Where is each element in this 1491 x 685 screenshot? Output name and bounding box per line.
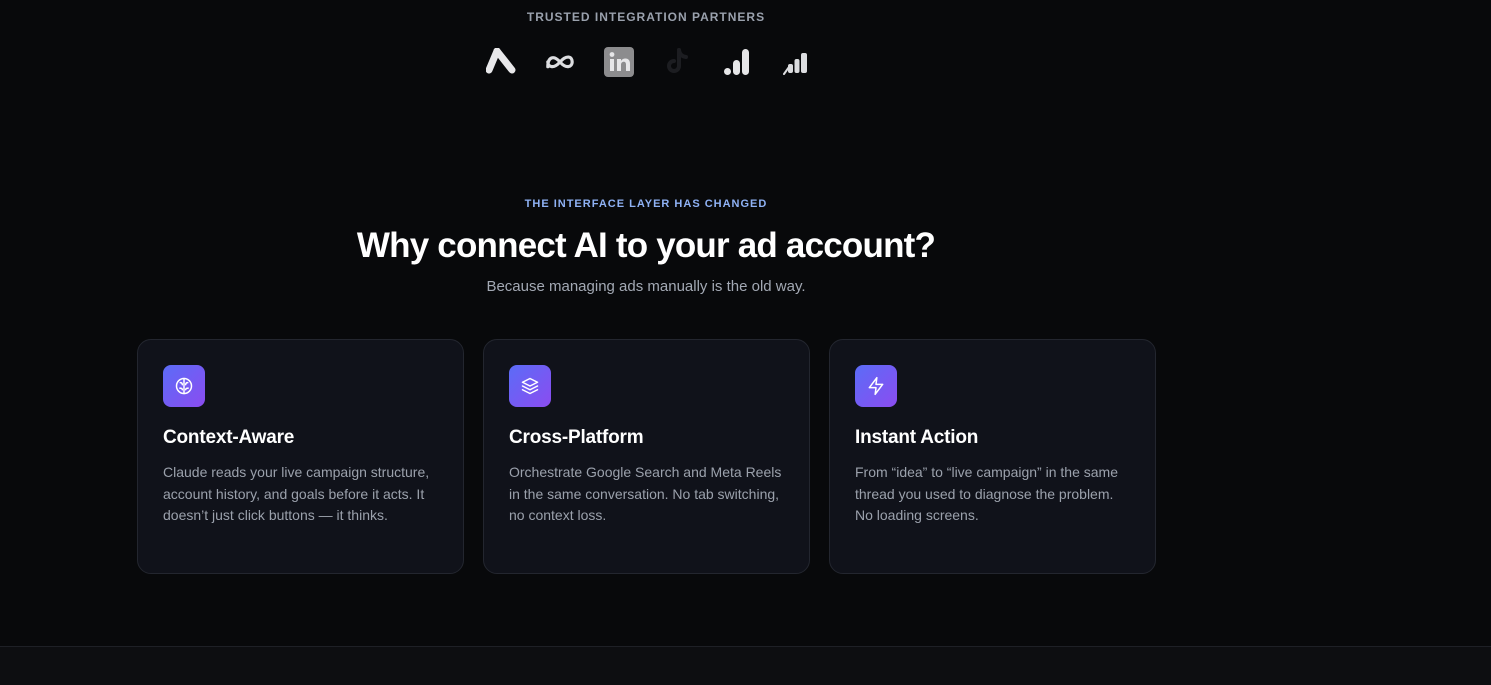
google-ads-logo [486, 46, 516, 78]
card-description: Orchestrate Google Search and Meta Reels… [509, 464, 782, 523]
feature-card-cross-platform: Cross-Platform Orchestrate Google Search… [483, 339, 810, 574]
linkedin-logo [604, 46, 634, 78]
card-title: Instant Action [855, 427, 979, 448]
partners-label: TRUSTED INTEGRATION PARTNERS [526, 10, 766, 24]
feature-card-context-aware: Context-Aware Claude reads your live cam… [137, 339, 464, 574]
feature-card-instant-action: Instant Action From “idea” to “live camp… [829, 339, 1156, 574]
card-title: Cross-Platform [509, 427, 644, 448]
brain-icon [163, 365, 205, 407]
section-headline: Why connect AI to your ad account? [356, 226, 936, 265]
layers-icon [509, 365, 551, 407]
meta-logo [545, 46, 575, 78]
section-subhead: Because managing ads manually is the old… [486, 278, 806, 295]
google-analytics-logo [722, 46, 752, 78]
footer-edge [0, 646, 1491, 685]
section-eyebrow: THE INTERFACE LAYER HAS CHANGED [524, 198, 768, 210]
page: TRUSTED INTEGRATION PARTNERS THE INTERFA… [0, 0, 1491, 685]
card-description: Claude reads your live campaign structur… [163, 464, 430, 523]
partner-logos [486, 46, 811, 78]
analytics-bars-logo [781, 46, 811, 78]
tiktok-logo [663, 46, 693, 78]
lightning-icon [855, 365, 897, 407]
feature-cards: Context-Aware Claude reads your live cam… [137, 339, 1156, 574]
card-description: From “idea” to “live campaign” in the sa… [855, 464, 1118, 523]
card-title: Context-Aware [163, 427, 295, 448]
